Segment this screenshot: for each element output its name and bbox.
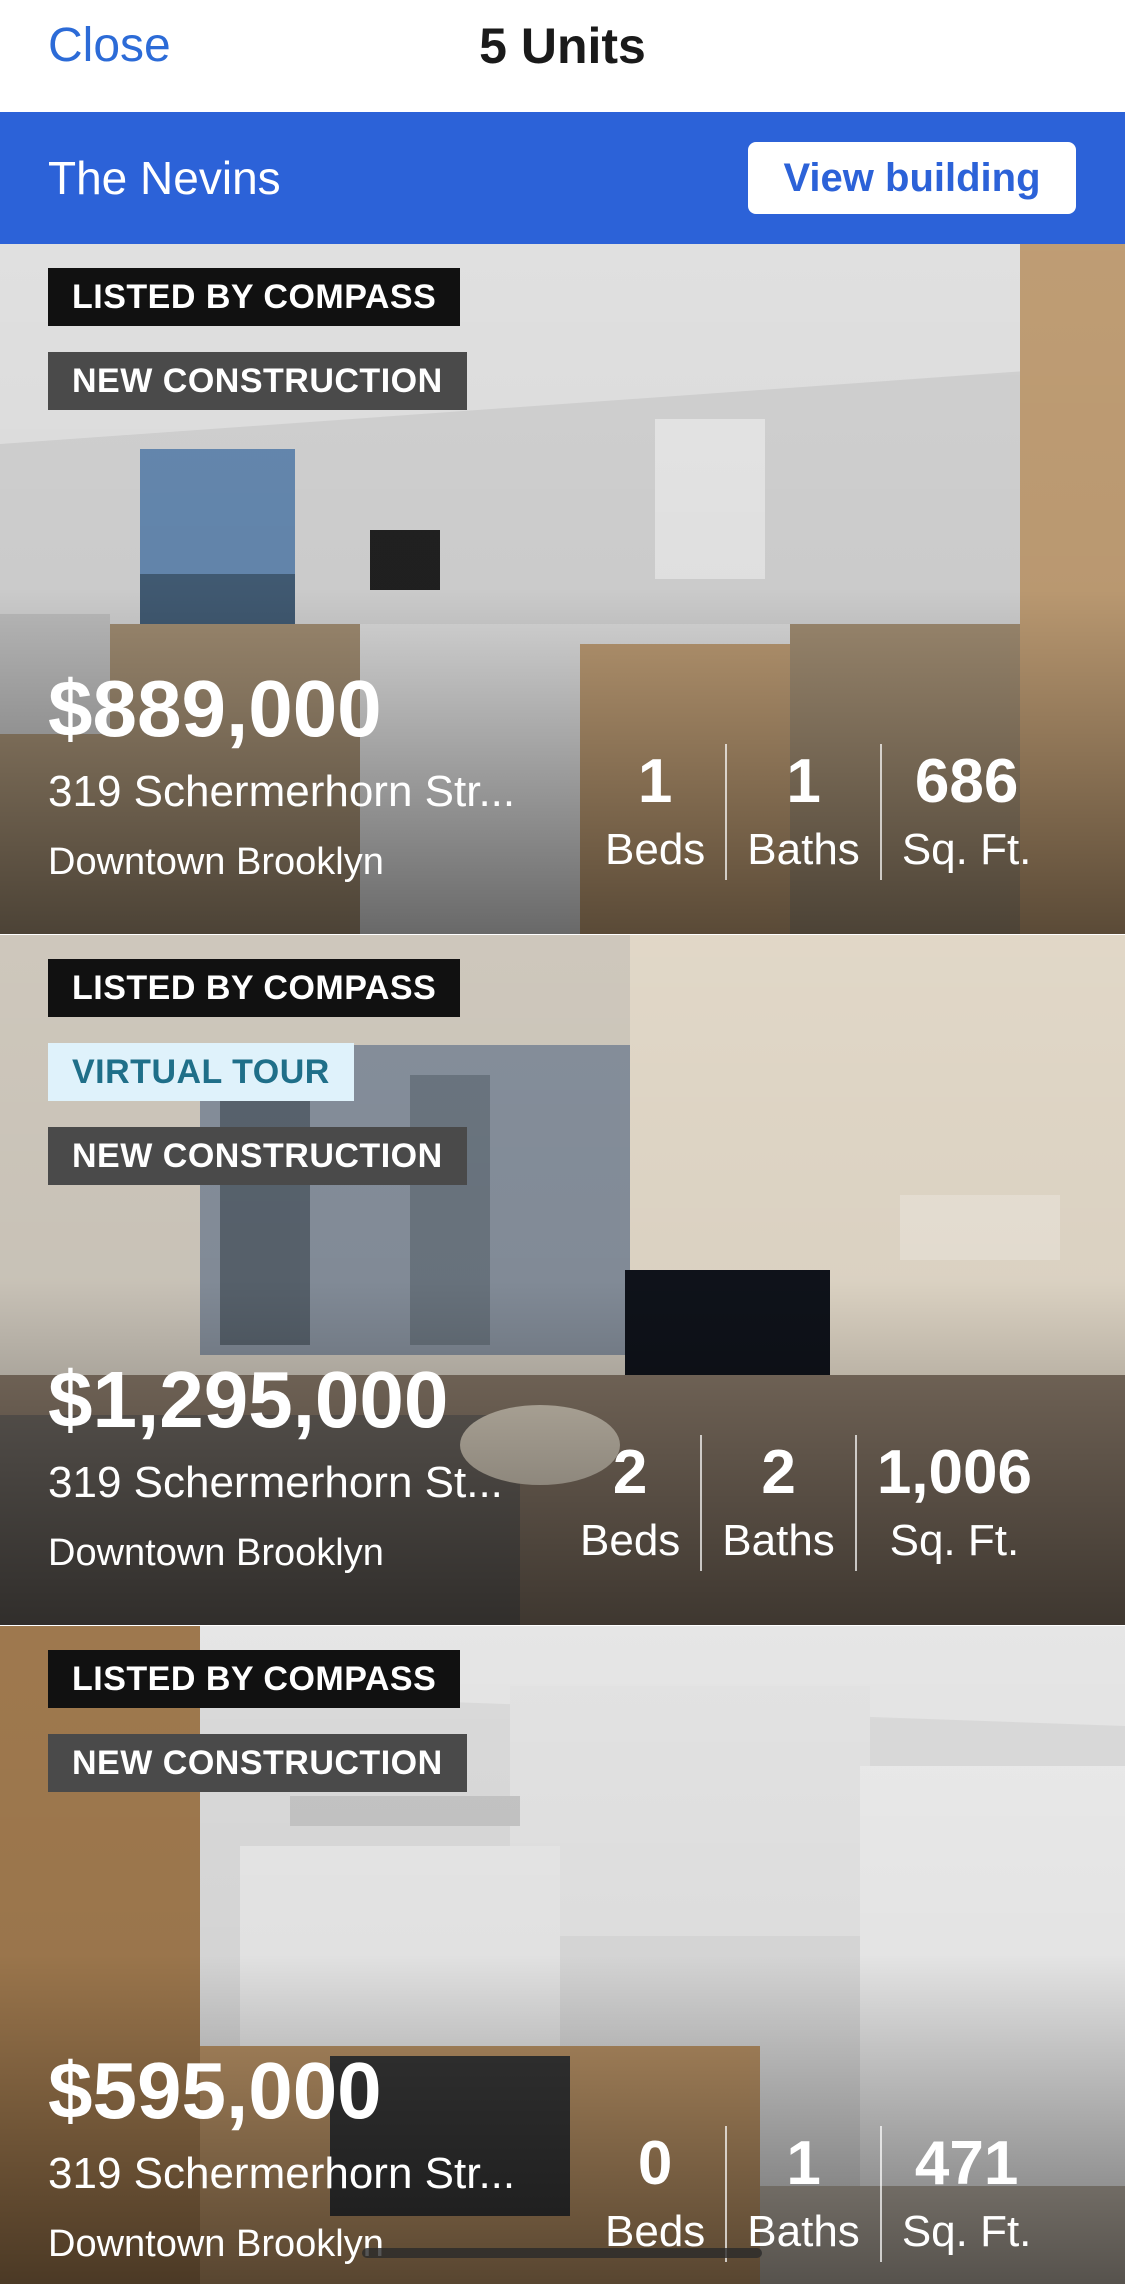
sqft-count: 1,006 [876, 1438, 1032, 1507]
baths-count: 1 [786, 2129, 821, 2198]
listed-by-compass-badge: LISTED BY COMPASS [48, 1650, 461, 1708]
baths-stat: 2 Baths [702, 1435, 855, 1571]
view-building-button[interactable]: View building [748, 142, 1076, 214]
building-name: The Nevins [48, 152, 281, 204]
page-title: 5 Units [479, 18, 646, 74]
beds-stat: 2 Beds [560, 1435, 700, 1571]
listing-price: $889,000 [48, 664, 382, 753]
listing-neighborhood: Downtown Brooklyn [48, 1532, 384, 1574]
listing-address: 319 Schermerhorn Str... [48, 767, 516, 816]
listing-card[interactable]: LISTED BY COMPASS NEW CONSTRUCTION $889,… [0, 244, 1125, 934]
building-header: The Nevins View building [0, 112, 1125, 244]
beds-count: 0 [637, 2129, 673, 2198]
baths-label: Baths [747, 2207, 860, 2256]
listing-stats: 1 Beds 1 Baths 686 Sq. Ft. [585, 744, 1051, 880]
sqft-stat: 1,006 Sq. Ft. [857, 1435, 1052, 1571]
baths-label: Baths [747, 825, 860, 874]
new-construction-badge: NEW CONSTRUCTION [48, 352, 467, 410]
sqft-label: Sq. Ft. [889, 1516, 1020, 1565]
listing-card[interactable]: LISTED BY COMPASS NEW CONSTRUCTION $595,… [0, 1626, 1125, 2284]
beds-count: 1 [637, 747, 673, 816]
nav-bar: Close 5 Units [0, 0, 1125, 112]
listing-card[interactable]: LISTED BY COMPASS VIRTUAL TOUR NEW CONST… [0, 935, 1125, 1625]
listing-price: $1,295,000 [48, 1355, 449, 1444]
sqft-label: Sq. Ft. [901, 2207, 1032, 2256]
listing-address: 319 Schermerhorn Str... [48, 2149, 516, 2198]
listing-neighborhood: Downtown Brooklyn [48, 841, 384, 883]
sqft-count: 471 [914, 2129, 1019, 2198]
virtual-tour-badge: VIRTUAL TOUR [48, 1043, 354, 1101]
baths-label: Baths [722, 1516, 835, 1565]
baths-stat: 1 Baths [727, 2126, 880, 2262]
beds-stat: 0 Beds [585, 2126, 725, 2262]
sqft-stat: 471 Sq. Ft. [882, 2126, 1052, 2262]
beds-label: Beds [605, 825, 706, 874]
listing-address: 319 Schermerhorn St... [48, 1458, 503, 1507]
sqft-label: Sq. Ft. [901, 825, 1032, 874]
listed-by-compass-badge: LISTED BY COMPASS [48, 959, 461, 1017]
beds-count: 2 [612, 1438, 648, 1507]
sqft-stat: 686 Sq. Ft. [882, 744, 1052, 880]
listing-neighborhood: Downtown Brooklyn [48, 2223, 384, 2265]
new-construction-badge: NEW CONSTRUCTION [48, 1734, 467, 1792]
listing-price: $595,000 [48, 2046, 382, 2135]
listing-stats: 0 Beds 1 Baths 471 Sq. Ft. [585, 2126, 1051, 2262]
beds-label: Beds [580, 1516, 681, 1565]
baths-count: 2 [761, 1438, 796, 1507]
new-construction-badge: NEW CONSTRUCTION [48, 1127, 467, 1185]
beds-stat: 1 Beds [585, 744, 725, 880]
baths-count: 1 [786, 747, 821, 816]
sqft-count: 686 [914, 747, 1019, 816]
listed-by-compass-badge: LISTED BY COMPASS [48, 268, 461, 326]
home-indicator[interactable] [362, 2248, 762, 2258]
listing-stats: 2 Beds 2 Baths 1,006 Sq. Ft. [560, 1435, 1052, 1571]
baths-stat: 1 Baths [727, 744, 880, 880]
